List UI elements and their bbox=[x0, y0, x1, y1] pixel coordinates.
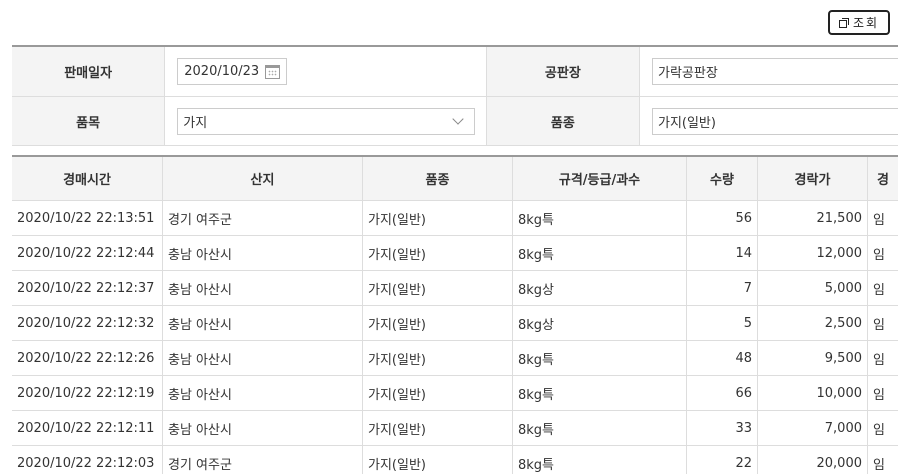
origin-cell: 충남 아산시 bbox=[163, 341, 363, 375]
origin-cell: 충남 아산시 bbox=[163, 411, 363, 445]
more-cell: 임 bbox=[873, 422, 885, 438]
price-cell: 12,000 bbox=[758, 236, 868, 270]
more-cell: 임 bbox=[873, 457, 885, 473]
column-header-auction-time: 경매시간 bbox=[12, 157, 163, 200]
spec-grade-cell: 8kg특 bbox=[513, 236, 687, 270]
column-header-spec-grade: 규격/등급/과수 bbox=[513, 157, 687, 200]
variety-cell: 가지(일반) bbox=[363, 411, 513, 445]
auction-time-cell: 2020/10/22 22:12:03 bbox=[12, 446, 163, 474]
origin-cell: 경기 여주군 bbox=[163, 201, 363, 235]
variety-cell: 가지(일반) bbox=[363, 341, 513, 375]
auction-time-cell: 2020/10/22 22:12:44 bbox=[12, 236, 163, 270]
quantity-cell: 22 bbox=[687, 446, 758, 474]
table-header-row: 경매시간 산지 품종 규격/등급/과수 수량 경락가 경 bbox=[12, 157, 898, 201]
table-row[interactable]: 2020/10/22 22:12:19 충남 아산시 가지(일반) 8kg특 66 10,… bbox=[12, 376, 898, 411]
more-cell: 임 bbox=[873, 247, 885, 263]
table-row[interactable]: 2020/10/22 22:12:44 충남 아산시 가지(일반) 8kg특 14 12,… bbox=[12, 236, 898, 271]
quantity-cell: 33 bbox=[687, 411, 758, 445]
table-row[interactable]: 2020/10/22 22:12:26 충남 아산시 가지(일반) 8kg특 48 9,5… bbox=[12, 341, 898, 376]
search-button[interactable]: 조회 bbox=[828, 10, 890, 35]
item-select-value: 가지 bbox=[183, 115, 208, 131]
sale-date-value: 2020/10/23 bbox=[184, 64, 260, 79]
table-row[interactable]: 2020/10/22 22:12:37 충남 아산시 가지(일반) 8kg상 7 5,00… bbox=[12, 271, 898, 306]
more-cell: 임 bbox=[873, 387, 885, 403]
item-label: 품목 bbox=[12, 97, 166, 145]
auction-time-cell: 2020/10/22 22:12:37 bbox=[12, 271, 163, 305]
more-cell: 임 bbox=[873, 317, 885, 333]
origin-cell: 충남 아산시 bbox=[163, 306, 363, 340]
column-header-origin: 산지 bbox=[163, 157, 363, 200]
column-header-quantity: 수량 bbox=[687, 157, 758, 200]
quantity-cell: 56 bbox=[687, 201, 758, 235]
price-cell: 2,500 bbox=[758, 306, 868, 340]
spec-grade-cell: 8kg상 bbox=[513, 306, 687, 340]
auction-time-cell: 2020/10/22 22:12:32 bbox=[12, 306, 163, 340]
market-label: 공판장 bbox=[485, 47, 640, 96]
origin-cell: 충남 아산시 bbox=[163, 376, 363, 410]
quantity-cell: 66 bbox=[687, 376, 758, 410]
calendar-icon[interactable] bbox=[265, 65, 281, 79]
origin-cell: 충남 아산시 bbox=[163, 271, 363, 305]
price-cell: 20,000 bbox=[758, 446, 868, 474]
spec-grade-cell: 8kg특 bbox=[513, 201, 687, 235]
variety-cell: 가지(일반) bbox=[363, 271, 513, 305]
sale-date-input[interactable]: 2020/10/23 bbox=[177, 58, 288, 85]
auction-time-cell: 2020/10/22 22:13:51 bbox=[12, 201, 163, 235]
item-select[interactable]: 가지 bbox=[177, 107, 476, 135]
origin-cell: 경기 여주군 bbox=[163, 446, 363, 474]
column-header-more: 경 bbox=[877, 173, 889, 188]
more-cell: 임 bbox=[873, 352, 885, 368]
auction-results-table: 경매시간 산지 품종 규격/등급/과수 수량 경락가 경 2020/10/22 … bbox=[12, 155, 898, 474]
quantity-cell: 7 bbox=[687, 271, 758, 305]
price-cell: 10,000 bbox=[758, 376, 868, 410]
auction-time-cell: 2020/10/22 22:12:26 bbox=[12, 341, 163, 375]
sale-date-label: 판매일자 bbox=[12, 47, 166, 96]
auction-time-cell: 2020/10/22 22:12:11 bbox=[12, 411, 163, 445]
quantity-cell: 5 bbox=[687, 306, 758, 340]
table-row[interactable]: 2020/10/22 22:12:03 경기 여주군 가지(일반) 8kg특 22 20,… bbox=[12, 446, 898, 474]
filter-row-date-market: 판매일자 2020/10/23 공판장 가락공판장 bbox=[12, 47, 898, 97]
spec-grade-cell: 8kg특 bbox=[513, 341, 687, 375]
auction-time-cell: 2020/10/22 22:12:19 bbox=[12, 376, 163, 410]
window-icon bbox=[838, 17, 849, 28]
variety-cell: 가지(일반) bbox=[363, 201, 513, 235]
variety-cell: 가지(일반) bbox=[363, 376, 513, 410]
variety-cell: 가지(일반) bbox=[363, 236, 513, 270]
search-filter-panel: 판매일자 2020/10/23 공판장 가락공판장 품목 가지 품종 가지(일반… bbox=[12, 45, 898, 146]
origin-cell: 충남 아산시 bbox=[163, 236, 363, 270]
table-row[interactable]: 2020/10/22 22:12:11 충남 아산시 가지(일반) 8kg특 33 7,0… bbox=[12, 411, 898, 446]
variety-cell: 가지(일반) bbox=[363, 446, 513, 474]
table-body: 2020/10/22 22:13:51 경기 여주군 가지(일반) 8kg특 56 21,… bbox=[12, 201, 898, 474]
more-cell: 임 bbox=[873, 212, 885, 228]
spec-grade-cell: 8kg특 bbox=[513, 376, 687, 410]
table-row[interactable]: 2020/10/22 22:12:32 충남 아산시 가지(일반) 8kg상 5 2,50… bbox=[12, 306, 898, 341]
spec-grade-cell: 8kg상 bbox=[513, 271, 687, 305]
price-cell: 21,500 bbox=[758, 201, 868, 235]
filter-row-item-variety: 품목 가지 품종 가지(일반) bbox=[12, 97, 898, 146]
price-cell: 9,500 bbox=[758, 341, 868, 375]
market-input[interactable]: 가락공판장 bbox=[651, 58, 898, 85]
more-cell: 임 bbox=[873, 282, 885, 298]
price-cell: 7,000 bbox=[758, 411, 868, 445]
variety-select[interactable]: 가지(일반) bbox=[651, 107, 898, 135]
spec-grade-cell: 8kg특 bbox=[513, 411, 687, 445]
search-button-label: 조회 bbox=[852, 16, 880, 30]
spec-grade-cell: 8kg특 bbox=[513, 446, 687, 474]
variety-cell: 가지(일반) bbox=[363, 306, 513, 340]
variety-label: 품종 bbox=[485, 97, 640, 145]
price-cell: 5,000 bbox=[758, 271, 868, 305]
column-header-variety: 품종 bbox=[363, 157, 513, 200]
quantity-cell: 48 bbox=[687, 341, 758, 375]
column-header-price: 경락가 bbox=[758, 157, 868, 200]
table-row[interactable]: 2020/10/22 22:13:51 경기 여주군 가지(일반) 8kg특 56 21,… bbox=[12, 201, 898, 236]
chevron-down-icon bbox=[452, 112, 464, 125]
quantity-cell: 14 bbox=[687, 236, 758, 270]
